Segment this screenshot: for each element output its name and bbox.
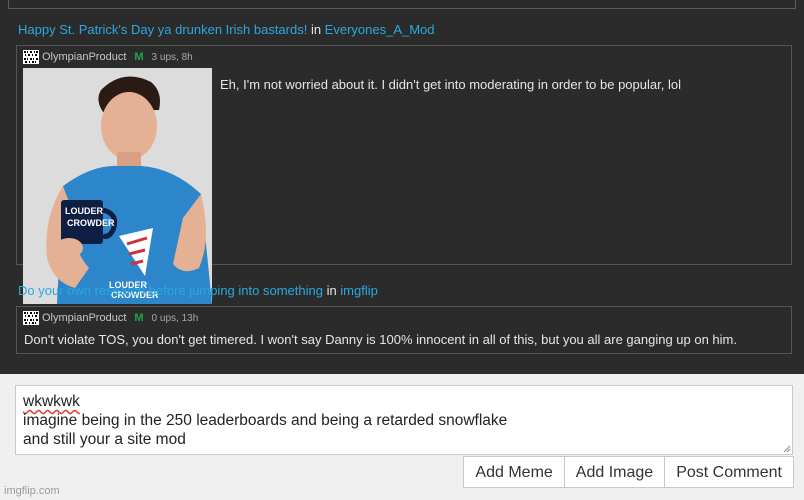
reply-composer: wkwkwk imagine being in the 250 leaderbo… — [0, 374, 804, 500]
comment-username[interactable]: OlympianProduct — [42, 51, 126, 63]
mod-badge: M — [134, 312, 144, 324]
comment-username[interactable]: OlympianProduct — [42, 312, 126, 324]
comment-text: Don't violate TOS, you don't get timered… — [24, 332, 737, 347]
man-with-mug-photo: LOUDER CROWDER LOUDER CROWDER — [23, 68, 212, 304]
add-image-button[interactable]: Add Image — [563, 456, 666, 488]
comments-panel: Happy St. Patrick's Day ya drunken Irish… — [0, 0, 804, 374]
stream-link[interactable]: imgflip — [340, 283, 378, 298]
comment-text: Eh, I'm not worried about it. I didn't g… — [220, 77, 681, 92]
comment-meta: OlympianProduct M 0 ups, 13h — [23, 311, 198, 325]
mug-text-1: LOUDER — [65, 206, 104, 216]
comment-card: OlympianProduct M 3 ups, 8h LOUDER CROWD… — [16, 45, 792, 304]
add-meme-button[interactable]: Add Meme — [463, 456, 565, 488]
post-title-link[interactable]: Do your own research before jumping into… — [18, 283, 323, 298]
avatar-icon[interactable] — [23, 50, 39, 64]
reply-line-3: and still your a site mod — [23, 431, 186, 448]
composer-actions: Add Meme Add Image Post Comment — [463, 456, 794, 488]
comment-card: OlympianProduct M 0 ups, 13h Don't viola… — [16, 306, 792, 354]
mug-text-3: CROWDER — [67, 218, 115, 228]
reply-line-1: wkwkwk — [23, 393, 80, 410]
post-title-link[interactable]: Happy St. Patrick's Day ya drunken Irish… — [18, 22, 307, 37]
post-comment-button[interactable]: Post Comment — [664, 456, 794, 488]
avatar-icon[interactable] — [23, 311, 39, 325]
comment-stats: 3 ups, 8h — [151, 51, 193, 63]
comment-stats: 0 ups, 13h — [151, 312, 199, 324]
reply-textarea[interactable]: wkwkwk imagine being in the 250 leaderbo… — [15, 385, 793, 455]
comment-image[interactable]: LOUDER CROWDER LOUDER CROWDER — [23, 68, 212, 304]
post-title-row: Happy St. Patrick's Day ya drunken Irish… — [18, 22, 435, 37]
comment-meta: OlympianProduct M 3 ups, 8h — [23, 50, 193, 64]
in-label: in — [322, 283, 341, 298]
mod-badge: M — [134, 51, 144, 63]
watermark: imgflip.com — [4, 485, 60, 497]
reply-line-2: imagine being in the 250 leaderboards an… — [23, 412, 508, 429]
resize-grip-icon[interactable] — [783, 445, 791, 453]
previous-comment-box — [8, 0, 796, 9]
in-label: in — [307, 22, 325, 37]
stream-link[interactable]: Everyones_A_Mod — [325, 22, 435, 37]
post-title-row: Do your own research before jumping into… — [18, 283, 378, 298]
